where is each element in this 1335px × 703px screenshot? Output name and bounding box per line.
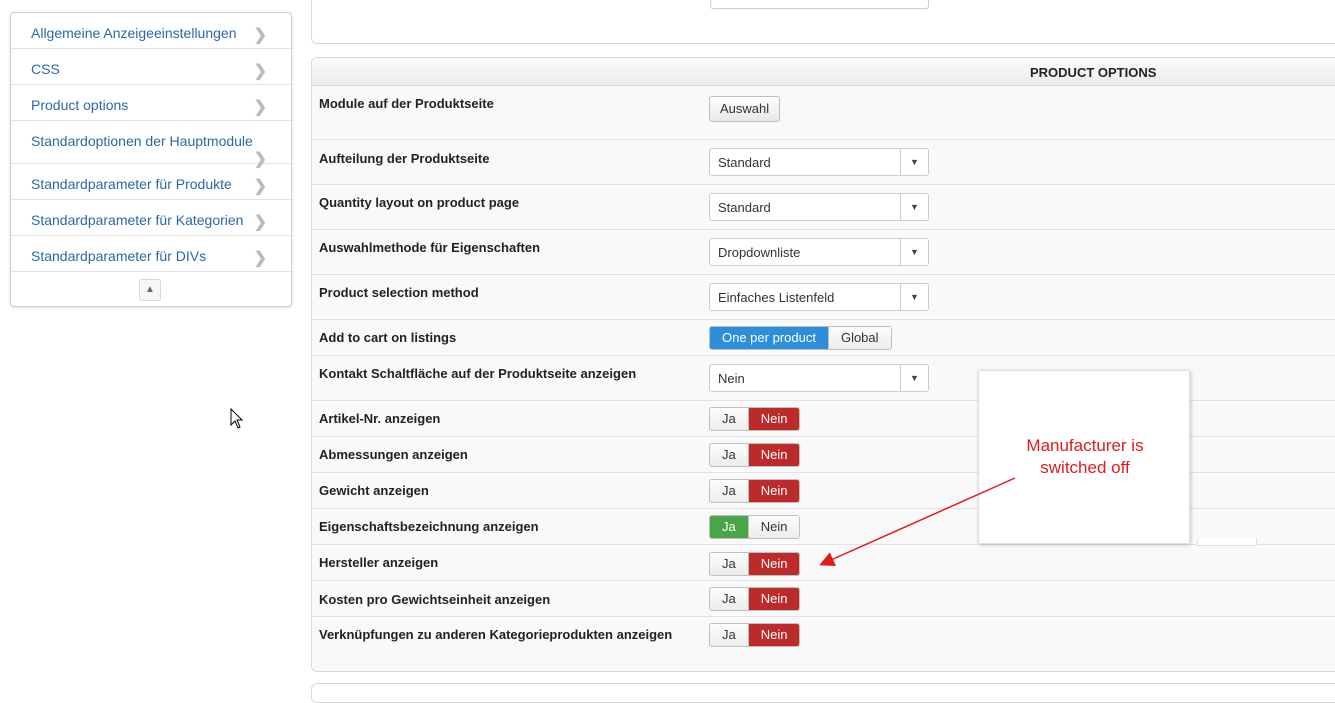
yes-option[interactable]: Ja (710, 588, 748, 610)
panel-title: PRODUCT OPTIONS (312, 58, 1335, 86)
chevron-right-icon: ❯ (253, 27, 267, 44)
add-to-cart-toggle: One per product Global (709, 326, 892, 350)
row-label: Auswahlmethode für Eigenschaften (319, 240, 541, 255)
manufacturer-toggle: Ja Nein (709, 552, 801, 576)
no-option[interactable]: Nein (747, 444, 800, 466)
row-product-page-layout: Aufteilung der Produktseite Standard ▼ (312, 140, 1335, 185)
sidebar-item-label: Product options (31, 97, 129, 113)
chevron-down-icon: ▼ (900, 284, 928, 310)
no-option[interactable]: Nein (747, 408, 800, 430)
global-option[interactable]: Global (827, 327, 891, 349)
row-label: Abmessungen anzeigen (319, 447, 468, 462)
yes-option[interactable]: Ja (710, 480, 748, 502)
mouse-cursor-icon (230, 408, 244, 429)
chevron-down-icon: ▼ (900, 149, 928, 175)
row-quantity-layout: Quantity layout on product page Standard… (312, 185, 1335, 230)
chevron-right-icon: ❯ (253, 63, 267, 80)
yes-option[interactable]: Ja (710, 516, 748, 538)
row-label: Hersteller anzeigen (319, 555, 439, 570)
sidebar-item-main-modules[interactable]: Standardoptionen der Hauptmodule ❯ (11, 121, 291, 168)
sidebar-item-label: Standardparameter für Kategorien (31, 212, 244, 228)
product-layout-select[interactable]: Standard ▼ (709, 148, 929, 176)
row-label: Quantity layout on product page (319, 195, 520, 210)
chevron-down-icon: ▼ (900, 365, 928, 391)
product-options-panel: PRODUCT OPTIONS Module auf der Produktse… (311, 57, 1335, 672)
weight-toggle: Ja Nein (709, 479, 801, 503)
yes-option[interactable]: Ja (710, 553, 748, 575)
attribute-method-select[interactable]: Dropdownliste ▼ (709, 238, 929, 266)
row-attribute-selection-method: Auswahlmethode für Eigenschaften Dropdow… (312, 230, 1335, 275)
row-cost-per-weight: Kosten pro Gewichtseinheit anzeigen Ja N… (312, 581, 1335, 617)
one-per-product-option[interactable]: One per product (710, 327, 828, 349)
chevron-right-icon: ❯ (253, 214, 267, 231)
row-related-category-products: Verknüpfungen zu anderen Kategorieproduk… (312, 617, 1335, 653)
contact-button-select[interactable]: Nein ▼ (709, 364, 929, 392)
row-manufacturer: Hersteller anzeigen Ja Nein (312, 545, 1335, 581)
no-option[interactable]: Nein (747, 480, 800, 502)
row-label: Artikel-Nr. anzeigen (319, 411, 441, 426)
chevron-right-icon: ❯ (253, 250, 267, 267)
sidebar-item-product-params[interactable]: Standardparameter für Produkte ❯ (11, 164, 291, 200)
sidebar-item-label: Standardoptionen der Hauptmodule (31, 133, 253, 149)
row-add-to-cart: Add to cart on listings One per product … (312, 320, 1335, 356)
clipped-input[interactable] (710, 0, 929, 9)
next-panel (311, 683, 1335, 703)
article-number-toggle: Ja Nein (709, 407, 801, 431)
row-label: Gewicht anzeigen (319, 483, 429, 498)
annotation-line-2: switched off (1040, 458, 1130, 477)
no-option[interactable]: Nein (747, 553, 800, 575)
no-option[interactable]: Nein (747, 588, 800, 610)
annotation-callout: Manufacturer is switched off (978, 370, 1190, 544)
attribute-name-toggle: Ja Nein (709, 515, 801, 539)
quantity-layout-select[interactable]: Standard ▼ (709, 193, 929, 221)
annotation-text: Manufacturer is switched off (979, 435, 1191, 479)
no-option[interactable]: Nein (747, 516, 800, 538)
row-product-selection-method: Product selection method Einfaches Liste… (312, 275, 1335, 320)
chevron-right-icon: ❯ (253, 99, 267, 116)
no-option[interactable]: Nein (747, 624, 800, 646)
chevron-down-icon: ▼ (900, 194, 928, 220)
sidebar-item-div-params[interactable]: Standardparameter für DIVs ❯ (11, 236, 291, 272)
row-label: Kontakt Schaltfläche auf der Produktseit… (319, 366, 637, 381)
row-label: Eigenschaftsbezeichnung anzeigen (319, 519, 539, 534)
row-label: Add to cart on listings (319, 330, 457, 345)
dimensions-toggle: Ja Nein (709, 443, 801, 467)
yes-option[interactable]: Ja (710, 444, 748, 466)
yes-option[interactable]: Ja (710, 408, 748, 430)
sidebar-item-category-params[interactable]: Standardparameter für Kategorien ❯ (11, 200, 291, 236)
sidebar-item-css[interactable]: CSS ❯ (11, 49, 291, 85)
sidebar-item-label: Standardparameter für Produkte (31, 176, 232, 192)
yes-option[interactable]: Ja (710, 624, 748, 646)
previous-panel (311, 0, 1335, 44)
row-label: Kosten pro Gewichtseinheit anzeigen (319, 592, 551, 607)
callout-edge (1197, 538, 1257, 546)
related-products-toggle: Ja Nein (709, 623, 801, 647)
row-label: Product selection method (319, 285, 479, 300)
row-label: Module auf der Produktseite (319, 96, 494, 111)
row-module-product-page: Module auf der Produktseite Auswahl (312, 86, 1335, 140)
cost-per-weight-toggle: Ja Nein (709, 587, 801, 611)
row-label: Aufteilung der Produktseite (319, 151, 490, 166)
product-selection-select[interactable]: Einfaches Listenfeld ▼ (709, 283, 929, 311)
row-label: Verknüpfungen zu anderen Kategorieproduk… (319, 627, 673, 642)
chevron-down-icon: ▼ (900, 239, 928, 265)
sidebar-item-general-display[interactable]: Allgemeine Anzeigeeinstellungen ❯ (11, 13, 291, 49)
annotation-line-1: Manufacturer is (1026, 436, 1144, 455)
sidebar-item-label: Standardparameter für DIVs (31, 248, 207, 264)
sidebar-item-label: Allgemeine Anzeigeeinstellungen (31, 25, 237, 41)
chevron-right-icon: ❯ (253, 178, 267, 195)
sidebar-item-label: CSS (31, 61, 60, 77)
select-modules-button[interactable]: Auswahl (709, 96, 781, 122)
collapse-up-icon[interactable]: ▲ (139, 279, 161, 301)
sidebar-nav: Allgemeine Anzeigeeinstellungen ❯ CSS ❯ … (10, 12, 292, 307)
sidebar-item-product-options[interactable]: Product options ❯ (11, 85, 291, 121)
